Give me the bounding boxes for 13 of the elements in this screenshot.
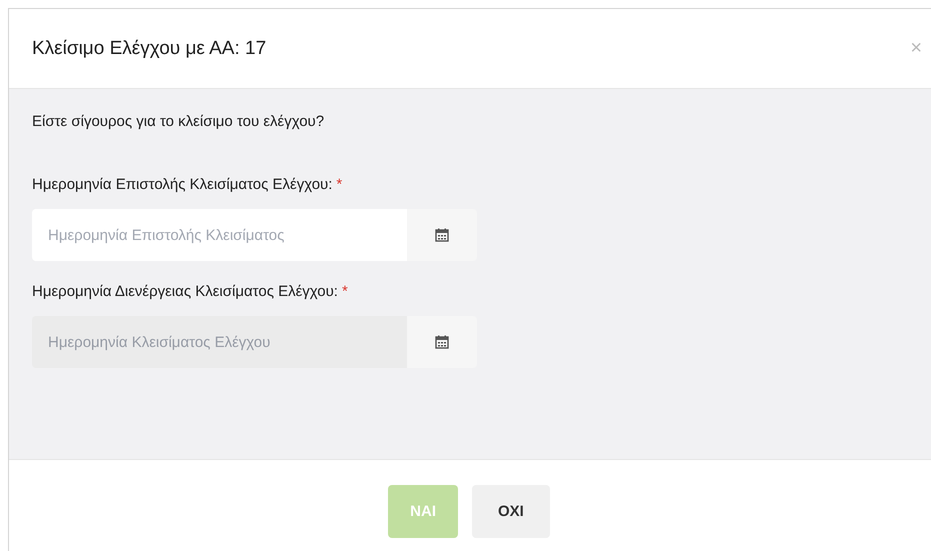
confirmation-question: Είστε σίγουρος για το κλείσιμο του ελέγχου? bbox=[32, 113, 326, 130]
required-mark: * bbox=[336, 176, 342, 193]
field-label: Ημερομηνία Διενέργειας Κλεισίματος Ελέγχου: bbox=[32, 283, 338, 300]
calendar-button[interactable] bbox=[407, 209, 477, 261]
close-button[interactable]: × bbox=[906, 37, 926, 60]
calendar-icon bbox=[435, 228, 449, 242]
dialog-title: Κλείσιμο Ελέγχου με ΑΑ: 17 bbox=[32, 38, 266, 60]
field-label: Ημερομηνία Επιστολής Κλεισίματος Ελέγχου: bbox=[32, 176, 332, 193]
calendar-icon bbox=[435, 335, 449, 349]
required-mark: * bbox=[342, 283, 348, 300]
date-field[interactable]: Ημερομηνία Επιστολής Κλεισίματος bbox=[32, 209, 407, 261]
cancel-button[interactable]: ΟΧΙ bbox=[472, 485, 550, 538]
calendar-button[interactable] bbox=[407, 316, 477, 368]
